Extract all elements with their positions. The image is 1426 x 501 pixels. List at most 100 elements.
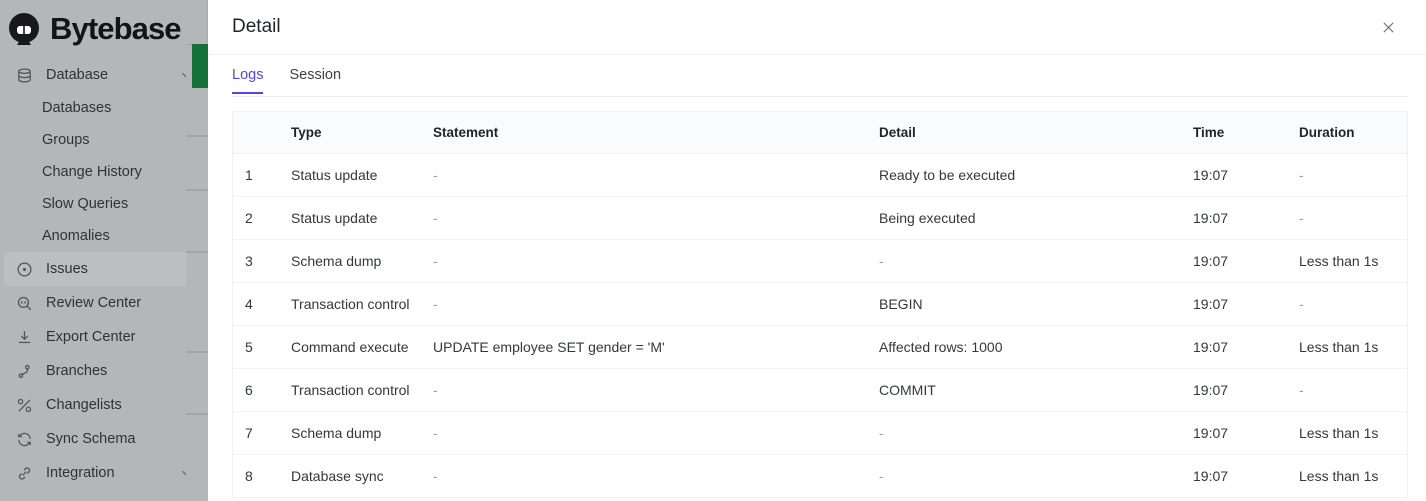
background-card-4 [186,252,208,352]
cell-index: 3 [233,239,291,283]
cell-type: Status update [291,196,433,240]
cell-index: 5 [233,325,291,369]
sidebar: Bytebase Database Databases Groups Chang… [0,0,208,501]
cell-detail: COMMIT [879,368,1193,412]
cell-type: Command execute [291,325,433,369]
cell-index: 6 [233,368,291,412]
sidebar-item-label: Slow Queries [42,196,129,212]
logs-table-container: Type Statement Detail Time Duration 1 Sta… [232,111,1408,498]
table-row[interactable]: 7 Schema dump - -19:07 Less than 1s [233,411,1407,455]
sidebar-item-issues[interactable]: Issues [4,252,203,286]
sidebar-item-label: Export Center [46,329,136,345]
export-center-icon [14,327,34,347]
cell-type: Transaction control [291,282,433,326]
cell-type: Transaction control [291,368,433,412]
cell-type: Schema dump [291,411,433,455]
sidebar-item-changelists[interactable]: Changelists [4,388,203,422]
cell-statement: - [433,196,879,240]
cell-time: 19:07 [1193,454,1299,498]
close-icon[interactable] [1374,13,1402,41]
sidebar-item-anomalies[interactable]: Anomalies [0,220,207,252]
cell-detail: BEGIN [879,282,1193,326]
sidebar-nav: Database Databases Groups Change History… [0,52,207,490]
column-header-statement[interactable]: Statement [433,112,879,154]
cell-type: Database sync [291,454,433,498]
sidebar-item-change-history[interactable]: Change History [0,156,207,188]
bytebase-logo-icon [4,9,44,49]
cell-detail: Being executed [879,196,1193,240]
table-row[interactable]: 2 Status update - Being executed 19:07- [233,196,1407,240]
column-header-index[interactable] [233,112,291,154]
cell-time: 19:07 [1193,153,1299,197]
cell-duration: Less than 1s [1299,325,1407,369]
table-body: 1 Status update - Ready to be executed 19:07… [233,153,1407,498]
brand[interactable]: Bytebase [0,0,207,52]
cell-statement: - [433,368,879,412]
cell-type: Schema dump [291,239,433,283]
tab-logs[interactable]: Logs [232,55,264,94]
cell-time: 19:07 [1193,325,1299,369]
column-header-type[interactable]: Type [291,112,433,154]
sidebar-item-sync-schema[interactable]: Sync Schema [4,422,203,456]
sidebar-item-integration[interactable]: Integration [4,456,203,490]
background-card-2 [186,136,208,190]
review-center-icon [14,293,34,313]
sidebar-item-review-center[interactable]: Review Center [4,286,203,320]
cell-duration: - [1299,282,1407,326]
cell-time: 19:07 [1193,196,1299,240]
table-row[interactable]: 6 Transaction control - COMMIT 19:07- [233,368,1407,412]
logs-table: Type Statement Detail Time Duration 1 Sta… [233,112,1407,498]
table-row[interactable]: 5 Command execute UPDATE employee SET gend… [233,325,1407,369]
background-card-5 [186,352,208,414]
database-icon [14,65,34,85]
table-row[interactable]: 4 Transaction control - BEGIN 19:07- [233,282,1407,326]
cell-duration: Less than 1s [1299,411,1407,455]
cell-time: 19:07 [1193,368,1299,412]
sidebar-item-export-center[interactable]: Export Center [4,320,203,354]
cell-type: Status update [291,153,433,197]
cell-statement: - [433,411,879,455]
column-header-detail[interactable]: Detail [879,112,1193,154]
sidebar-item-label: Databases [42,100,112,116]
sidebar-item-label: Review Center [46,295,142,311]
cell-time: 19:07 [1193,282,1299,326]
sidebar-item-label: Integration [46,465,115,481]
cell-index: 8 [233,454,291,498]
cell-duration: Less than 1s [1299,454,1407,498]
integration-icon [14,463,34,483]
sidebar-item-label: Database [46,67,109,83]
cell-statement: - [433,239,879,283]
page-title: Detail [232,16,281,37]
tab-session[interactable]: Session [289,55,341,94]
app-root: Bytebase Database Databases Groups Chang… [0,0,1426,501]
column-header-time[interactable]: Time [1193,112,1299,154]
sidebar-item-branches[interactable]: Branches [4,354,203,388]
sidebar-item-label: Anomalies [42,228,110,244]
cell-statement: UPDATE employee SET gender = 'M' [433,325,879,369]
column-header-duration[interactable]: Duration [1299,112,1407,154]
branches-icon [14,361,34,381]
table-header-row: Type Statement Detail Time Duration [233,112,1407,154]
sidebar-item-label: Branches [46,363,108,379]
sidebar-item-label: Issues [46,261,88,277]
cell-detail: Affected rows: 1000 [879,325,1193,369]
background-card-3 [186,190,208,252]
cell-detail: - [879,454,1193,498]
brand-name: Bytebase [50,11,182,46]
table-row[interactable]: 8 Database sync - -19:07 Less than 1s [233,454,1407,498]
sidebar-item-database[interactable]: Database [4,58,203,92]
modal-tabs: Logs Session [208,55,1426,97]
table-row[interactable]: 3 Schema dump - -19:07 Less than 1s [233,239,1407,283]
sidebar-item-slow-queries[interactable]: Slow Queries [0,188,207,220]
cell-duration: Less than 1s [1299,239,1407,283]
sidebar-item-label: Groups [42,132,90,148]
sidebar-item-label: Changelists [46,397,122,413]
sidebar-item-groups[interactable]: Groups [0,124,207,156]
cell-detail: - [879,239,1193,283]
modal-header: Detail [208,0,1426,55]
status-bar-indicator [192,44,208,88]
table-row[interactable]: 1 Status update - Ready to be executed 19:07… [233,153,1407,197]
cell-time: 19:07 [1193,239,1299,283]
sidebar-item-databases[interactable]: Databases [0,92,207,124]
table-head: Type Statement Detail Time Duration [233,112,1407,154]
